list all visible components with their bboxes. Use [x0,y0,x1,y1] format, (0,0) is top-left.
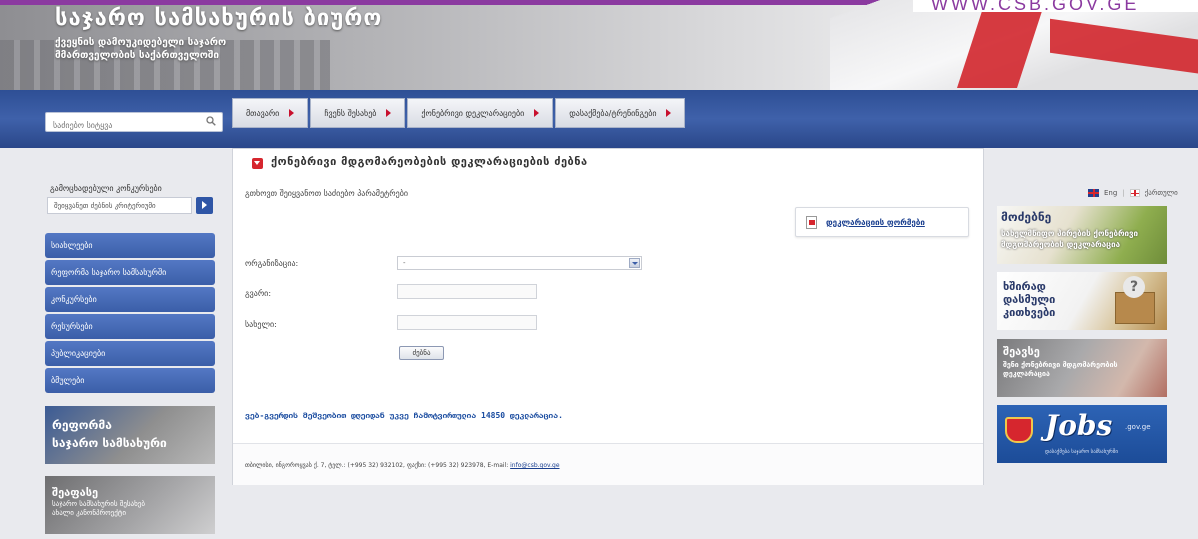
site-title[interactable]: საჯარო სამსახურის ბიურო [55,6,382,31]
jobs-banner[interactable]: Jobs .gov.ge დასაქმება საჯარო სამსახურში [997,405,1167,463]
fill-declaration-line2: შენი ქონებრივი მდგომარეობის დეკლარაცია [1003,361,1118,378]
declaration-forms-link[interactable]: დეკლარაციის ფორმები [795,207,969,237]
pdf-icon [806,215,817,229]
surname-field[interactable] [397,284,537,299]
name-label: სახელი: [245,320,277,329]
surname-label: გვარი: [245,289,272,298]
menu-item-label: დასაქმება/ტრენინგები [569,108,657,118]
arrow-right-icon [666,109,672,117]
competitions-select[interactable]: შეიყვანეთ ძებნის კრიტერიუმი [47,197,192,214]
reform-banner-line1: რეფორმა [52,418,112,432]
search-box [45,112,223,135]
organization-label: ორგანიზაცია: [245,259,299,268]
collapse-icon[interactable] [252,158,263,169]
fill-declaration-line1: შეავსე [1003,345,1040,358]
site-url: WWW.CSB.GOV.GE [913,0,1198,12]
competitions-go-button[interactable] [196,197,213,214]
georgia-emblem-icon [1005,417,1033,443]
search-button[interactable]: ძებნა [399,346,444,360]
faq-banner-text: ხშირად დასმული კითხვები [1003,280,1056,319]
search-icon[interactable] [206,116,216,126]
chevron-down-icon[interactable] [629,258,640,268]
law-draft-banner[interactable]: შეაფასე საჯარო სამსახურის შესახებ ახალი … [45,476,215,534]
contact-footer: თბილისი, ინგოროყვას ქ. 7, ტელ.: (+995 32… [233,443,983,485]
jobs-banner-subtitle: დასაქმება საჯარო სამსახურში [1045,449,1118,455]
download-counter: ვებ-გვერდის მეშვეობით დღეიდან უკვე ჩამოტ… [245,411,563,420]
search-instruction: გთხოვთ შეიყვანოთ საძიებო პარამეტრები [245,189,408,198]
menu-item-label: ქონებრივი დეკლარაციები [421,108,525,118]
jobs-domain: .gov.ge [1125,423,1151,431]
sidebar-item-publications[interactable]: პუბლიკაციები [45,341,215,366]
sidebar-item-resources[interactable]: რესურსები [45,314,215,339]
find-declaration-banner[interactable]: მოძებნე სახელმწიფო პირების ქონებრივი მდგ… [997,206,1167,264]
menu-item-employment[interactable]: დასაქმება/ტრენინგები [555,98,686,128]
reform-banner[interactable]: რეფორმა საჯარო სამსახური [45,406,215,464]
sidebar-item-links[interactable]: ბმულები [45,368,215,393]
lang-georgian[interactable]: ქართული [1145,189,1178,197]
jobs-logo: Jobs [1045,409,1113,442]
main-content: ქონებრივი მდგომარეობების დეკლარაციების ძ… [232,148,984,485]
uk-flag-icon [1088,189,1099,197]
top-menu: მთავარი ჩვენს შესახებ ქონებრივი დეკლარაც… [232,98,687,128]
competitions-title: გამოცხადებული კონკურსები [50,184,162,193]
sidebar-item-reform[interactable]: რეფორმა საჯარო სამსახურში [45,260,215,285]
arrow-right-icon [386,109,392,117]
sidebar-item-news[interactable]: სიახლეები [45,233,215,258]
language-switcher: Eng | ქართული [1088,189,1178,197]
arrow-right-icon [534,109,540,117]
law-banner-line1: შეაფასე [52,486,99,499]
menu-item-home[interactable]: მთავარი [232,98,309,128]
footer-address-text: თბილისი, ინგოროყვას ქ. 7, ტელ.: (+995 32… [245,462,511,469]
name-field[interactable] [397,315,537,330]
menu-item-declarations[interactable]: ქონებრივი დეკლარაციები [407,98,554,128]
lang-separator: | [1122,189,1125,197]
site-subtitle: ქვეყნის დამოუკიდებელი საჯარო მმართველობი… [55,37,227,61]
lang-english[interactable]: Eng [1104,189,1117,197]
declaration-forms-label: დეკლარაციის ფორმები [826,217,925,227]
find-declaration-line1: მოძებნე [1001,210,1052,224]
law-banner-line2: საჯარო სამსახურის შესახებ ახალი კანონპრო… [52,500,145,517]
georgia-flag-icon [1129,189,1140,197]
organization-select[interactable]: - [397,256,642,270]
organization-select-value: - [403,259,406,267]
faq-banner[interactable]: ხშირად დასმული კითხვები ? [997,272,1167,330]
find-declaration-line2: სახელმწიფო პირების ქონებრივი მდგომარეობი… [1001,229,1139,249]
menu-item-about[interactable]: ჩვენს შესახებ [310,98,406,128]
page-title: ქონებრივი მდგომარეობების დეკლარაციების ძ… [271,155,588,168]
arrow-right-icon [289,109,295,117]
footer-email-link[interactable]: info@csb.gov.ge [510,462,559,469]
sidebar-item-competitions[interactable]: კონკურსები [45,287,215,312]
reform-banner-line2: საჯარო სამსახური [52,436,167,450]
search-input[interactable] [46,116,196,135]
menu-item-label: მთავარი [246,108,280,118]
fill-declaration-banner[interactable]: შეავსე შენი ქონებრივი მდგომარეობის დეკლა… [997,339,1167,397]
side-menu: სიახლეები რეფორმა საჯარო სამსახურში კონკ… [45,233,215,395]
menu-item-label: ჩვენს შესახებ [324,108,377,118]
footer-address: თბილისი, ინგოროყვას ქ. 7, ტელ.: (+995 32… [245,462,560,469]
site-header: WWW.CSB.GOV.GE საჯარო სამსახურის ბიურო ქ… [0,0,1198,90]
question-mark-icon: ? [1123,276,1145,298]
